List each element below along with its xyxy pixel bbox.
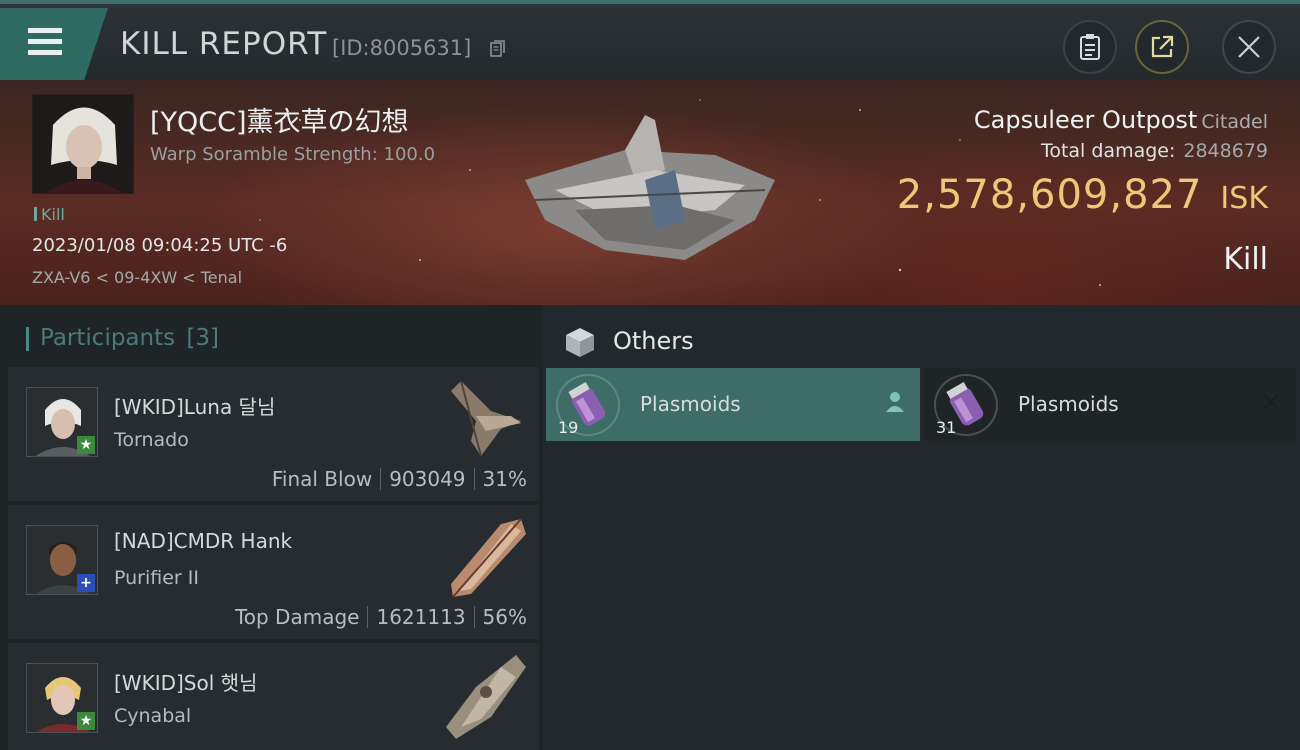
participant-role: Top Damage [234, 605, 360, 629]
participant-stats: Final Blow 903049 31% [272, 467, 527, 491]
hamburger-icon-bar [28, 39, 62, 44]
menu-button[interactable] [0, 8, 108, 80]
copy-icon[interactable] [490, 40, 506, 58]
participant-ship: Purifier II [114, 567, 199, 589]
clipboard-icon [1080, 34, 1100, 60]
others-title: Others [613, 327, 694, 355]
avatar: ★ [26, 387, 98, 457]
star-icon: ★ [77, 712, 95, 730]
target-class: Citadel [1201, 111, 1268, 133]
close-icon [1238, 36, 1260, 58]
divider [473, 606, 475, 628]
participant-stats: Top Damage 1621113 56% [235, 605, 527, 629]
participant-ship: Cynabal [114, 705, 192, 727]
participant-name[interactable]: [NAD]CMDR Hank [114, 529, 292, 553]
participant-damage: 903049 [389, 467, 466, 491]
ship-image-tornado [451, 380, 521, 457]
avatar: ★ [26, 663, 98, 733]
participant-percent: 56% [482, 605, 527, 629]
kill-datetime: 2023/01/08 09:04:25 UTC -6 [32, 235, 288, 256]
ship-image-purifier [451, 518, 526, 598]
cargo-item[interactable]: 31 Plasmoids [924, 368, 1296, 441]
divider [380, 468, 382, 490]
participant-name[interactable]: [WKID]Sol 햇님 [114, 667, 257, 696]
target-structure: Capsuleer Outpost Citadel [974, 106, 1268, 134]
participant-name[interactable]: [WKID]Luna 달님 [114, 391, 275, 420]
kill-tag: Kill [34, 205, 65, 224]
pilot-icon[interactable] [884, 390, 906, 414]
plus-icon: + [77, 574, 95, 592]
item-quantity: 19 [558, 418, 579, 437]
item-name: Plasmoids [1018, 392, 1119, 416]
participants-count: [3] [186, 325, 220, 351]
total-damage: Total damage: 2848679 [1041, 140, 1268, 162]
ship-image-cynabal [446, 655, 526, 739]
participant-role: Final Blow [271, 467, 373, 491]
cargo-item[interactable]: 19 Plasmoids [546, 368, 920, 441]
participants-label: Participants [40, 325, 176, 351]
report-id: [ID:8005631] [332, 36, 472, 60]
isk-unit: ISK [1220, 181, 1268, 216]
citadel-structure-image [525, 115, 775, 260]
result-label: Kill [1223, 242, 1268, 277]
target-name[interactable]: Capsuleer Outpost [974, 106, 1197, 134]
share-icon [1151, 35, 1174, 58]
warp-scramble-strength: Warp Soramble Strength: 100.0 [150, 144, 436, 165]
victim-portrait[interactable] [32, 94, 134, 194]
destroyed-icon [1263, 394, 1279, 410]
participant-percent: 31% [482, 467, 527, 491]
avatar-image [33, 95, 133, 193]
page-title: KILL REPORT [120, 26, 328, 62]
participant-ship: Tornado [114, 429, 189, 451]
item-quantity: 31 [936, 418, 957, 437]
top-bar: KILL REPORT [ID:8005631] [0, 0, 1300, 80]
hamburger-icon-bar [28, 50, 62, 55]
participant-card[interactable]: + [NAD]CMDR Hank Purifier II Top Damage 1… [8, 505, 539, 639]
total-damage-label: Total damage: [1040, 140, 1176, 162]
star-icon: ★ [77, 436, 95, 454]
isk-amount: 2,578,609,827 [896, 172, 1203, 218]
participant-damage: 1621113 [376, 605, 466, 629]
avatar: + [26, 525, 98, 595]
cube-icon [566, 328, 594, 357]
hamburger-icon [28, 28, 62, 33]
report-button[interactable] [1063, 20, 1117, 74]
total-damage-value: 2848679 [1183, 140, 1268, 162]
divider [367, 606, 369, 628]
participant-card[interactable]: ★ [WKID]Luna 달님 Tornado Final Blow 903049… [8, 367, 539, 501]
kill-location[interactable]: ZXA-V6 < 09-4XW < Tenal [32, 268, 242, 287]
participant-card[interactable]: ★ [WKID]Sol 햇님 Cynabal [8, 643, 539, 750]
kill-summary: [YQCC]薰衣草の幻想 Warp Soramble Strength: 100… [0, 80, 1300, 305]
close-button[interactable] [1222, 20, 1276, 74]
share-button[interactable] [1135, 20, 1189, 74]
divider [473, 468, 475, 490]
item-name: Plasmoids [640, 392, 741, 416]
isk-value: 2,578,609,827 ISK [897, 172, 1268, 218]
participants-header: Participants [3] [25, 325, 220, 351]
victim-name[interactable]: [YQCC]薰衣草の幻想 [150, 100, 409, 139]
